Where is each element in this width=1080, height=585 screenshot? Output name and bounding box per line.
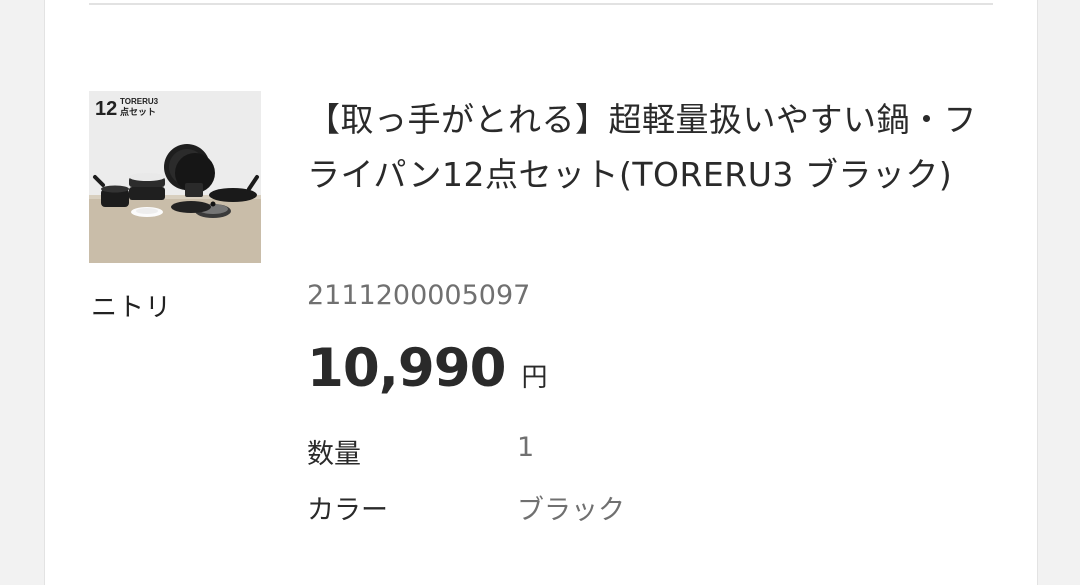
spec-row-quantity: 数量 1 [307,432,907,472]
product-title[interactable]: 【取っ手がとれる】超軽量扱いやすい鍋・フライパン12点セット(TORERU3 ブ… [307,92,997,202]
order-item-card: 12 TORERU3 点セット ニトリ 【取っ手がとれる】超軽量扱いやすい鍋・フ… [44,0,1038,585]
spec-value: ブラック [517,495,625,526]
spec-label: カラー [307,495,388,526]
spec-label: 数量 [307,439,361,470]
badge-text: 点セット [120,106,156,118]
spec-row-color: カラー ブラック [307,488,907,528]
price-unit: 円 [521,363,548,393]
price: 10,990 円 [307,338,548,399]
badge-brand: TORERU3 [120,97,159,106]
product-code: 2111200005097 [307,280,531,311]
price-value: 10,990 [307,338,507,399]
divider [89,3,993,5]
maker-name: ニトリ [91,293,173,323]
spec-value: 1 [517,432,535,463]
product-thumbnail[interactable]: 12 TORERU3 点セット [89,91,261,263]
badge-number: 12 [95,98,117,120]
